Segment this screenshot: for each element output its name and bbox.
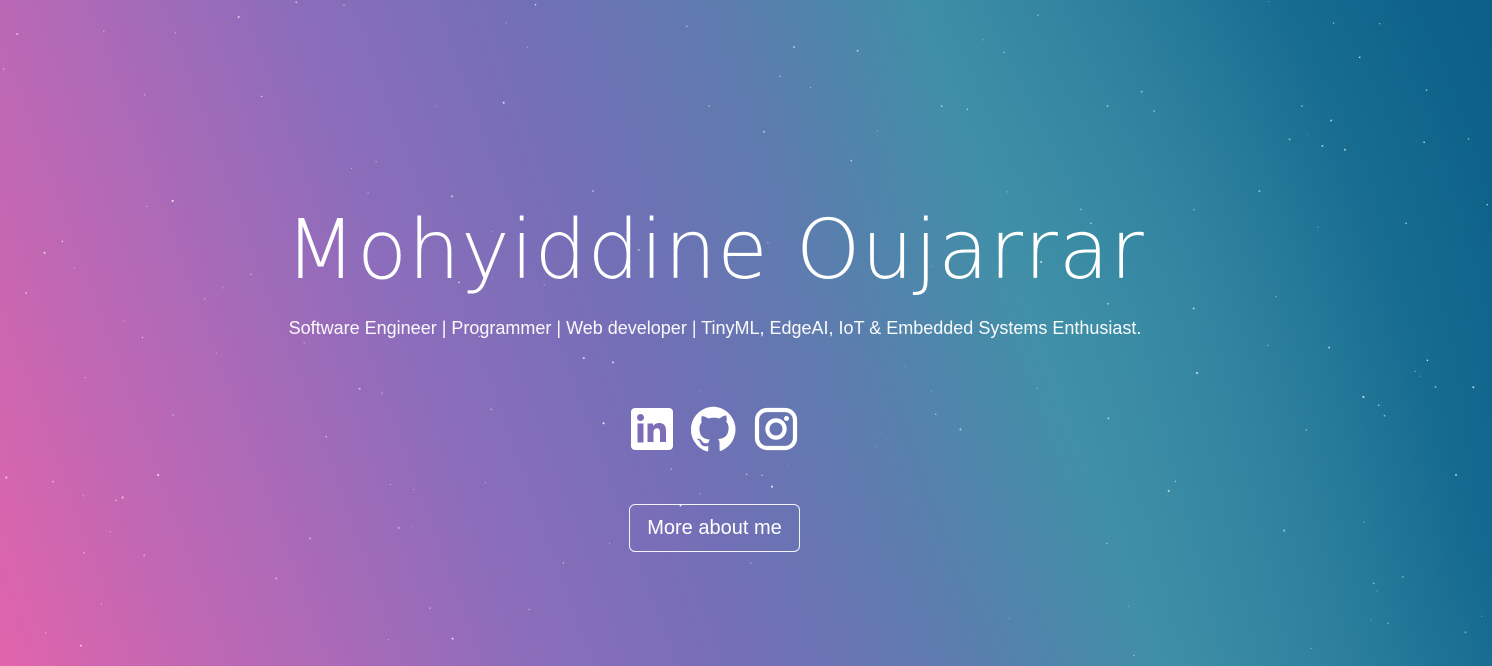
linkedin-link[interactable] (629, 406, 675, 452)
hero-content: Mohyiddine Oujarrar Software Engineer | … (0, 0, 1492, 666)
github-link[interactable] (691, 406, 737, 452)
social-links (629, 405, 801, 453)
linkedin-icon (631, 408, 673, 450)
hero-tagline: Software Engineer | Programmer | Web dev… (288, 318, 1142, 338)
more-about-me-button[interactable]: More about me (629, 504, 800, 552)
instagram-icon (754, 407, 798, 451)
github-icon (691, 406, 736, 452)
hero-section: Mohyiddine Oujarrar Software Engineer | … (0, 0, 1492, 666)
instagram-link[interactable] (753, 406, 799, 452)
hero-name: Mohyiddine Oujarrar (285, 203, 1145, 298)
